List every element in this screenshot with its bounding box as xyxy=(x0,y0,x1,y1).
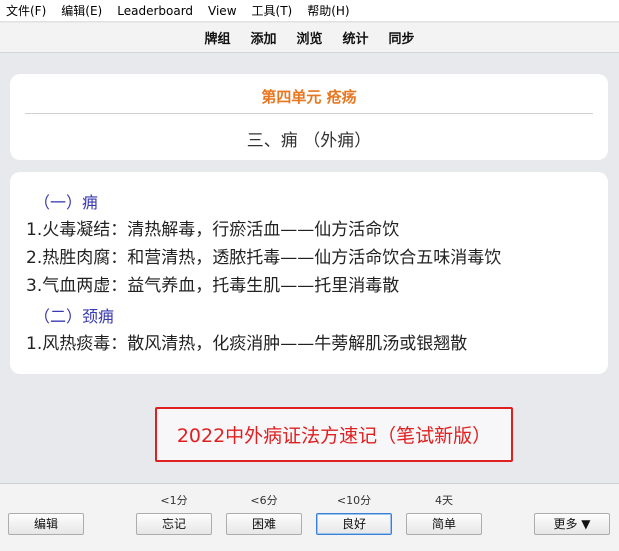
menu-leaderboard[interactable]: Leaderboard xyxy=(117,4,193,18)
more-button[interactable]: 更多 ▼ xyxy=(534,513,610,535)
interval-hard: <6分 xyxy=(250,494,278,507)
menu-edit[interactable]: 编辑(E) xyxy=(61,2,102,19)
formula-line: 1.火毒凝结：清热解毒，行瘀活血——仙方活命饮 xyxy=(26,220,400,240)
menu-help[interactable]: 帮助(H) xyxy=(307,2,349,19)
formula-line: 1.风热痰毒：散风清热，化痰消肿——牛蒡解肌汤或银翘散 xyxy=(26,334,468,354)
toolbar-add[interactable]: 添加 xyxy=(250,28,276,47)
toolbar-browse[interactable]: 浏览 xyxy=(296,28,322,47)
deck-banner: 2022中外病证法方速记（笔试新版） xyxy=(155,407,513,462)
hard-button[interactable]: 困难 xyxy=(226,513,302,535)
main-toolbar: 牌组 添加 浏览 统计 同步 xyxy=(0,23,619,53)
card-subtitle: 三、痈 （外痈） xyxy=(246,131,372,151)
menu-view[interactable]: View xyxy=(208,4,236,18)
menu-file[interactable]: 文件(F) xyxy=(6,2,46,19)
title-divider xyxy=(25,113,593,114)
toolbar-stats[interactable]: 统计 xyxy=(343,28,369,47)
edit-button[interactable]: 编辑 xyxy=(8,513,84,535)
menu-bar: 文件(F) 编辑(E) Leaderboard View 工具(T) 帮助(H) xyxy=(0,0,619,22)
interval-easy: 4天 xyxy=(435,494,453,507)
section-heading: （二）颈痈 xyxy=(34,307,115,326)
section-heading: （一）痈 xyxy=(34,193,99,212)
interval-good: <10分 xyxy=(336,494,372,507)
toolbar-sync[interactable]: 同步 xyxy=(389,28,415,47)
good-button[interactable]: 良好 xyxy=(316,513,392,535)
formula-line: 3.气血两虚：益气养血，托毒生肌——托里消毒散 xyxy=(26,276,400,296)
menu-tools[interactable]: 工具(T) xyxy=(252,2,293,19)
card-header: 第四单元 疮疡 三、痈 （外痈） xyxy=(10,74,608,160)
interval-again: <1分 xyxy=(160,494,188,507)
answer-bar: 编辑 <1分 忘记 <6分 困难 <10分 良好 4天 简单 更多 ▼ xyxy=(0,483,619,551)
card-body: （一）痈 1.火毒凝结：清热解毒，行瘀活血——仙方活命饮 2.热胜肉腐：和营清热… xyxy=(10,172,608,374)
toolbar-decks[interactable]: 牌组 xyxy=(204,28,230,47)
again-button[interactable]: 忘记 xyxy=(136,513,212,535)
easy-button[interactable]: 简单 xyxy=(406,513,482,535)
card-title: 第四单元 疮疡 xyxy=(261,88,357,106)
formula-line: 2.热胜肉腐：和营清热，透脓托毒——仙方活命饮合五味消毒饮 xyxy=(26,248,502,268)
